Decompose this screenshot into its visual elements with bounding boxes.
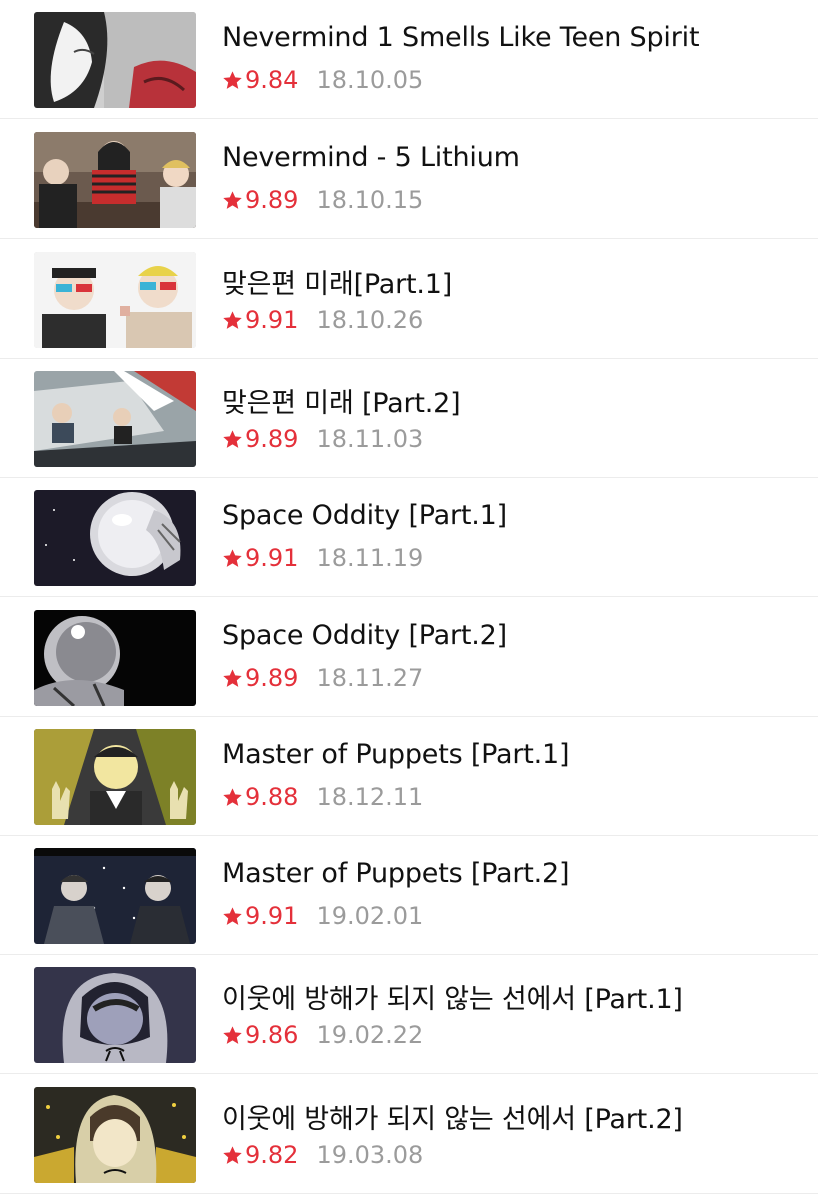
episode-thumbnail[interactable]: [34, 729, 196, 825]
episode-list: Nevermind 1 Smells Like Teen Spirit 9.84…: [0, 0, 818, 1200]
episode-thumbnail[interactable]: [34, 12, 196, 108]
episode-meta: 9.82 19.03.08: [222, 1141, 423, 1169]
star-icon: [222, 548, 243, 569]
episode-title: Nevermind - 5 Lithium: [222, 142, 520, 173]
episode-thumbnail[interactable]: [34, 610, 196, 706]
episode-rating: 9.91: [245, 902, 299, 930]
thumbnail-art-astronaut-space: [34, 610, 196, 706]
thumbnail-art-astronaut-helmet: [34, 490, 196, 586]
episode-row[interactable]: Nevermind 1 Smells Like Teen Spirit 9.84…: [0, 0, 818, 119]
episode-meta: 9.89 18.11.27: [222, 664, 423, 692]
episode-thumbnail[interactable]: [34, 490, 196, 586]
episode-date: 18.12.11: [316, 783, 424, 811]
episode-thumbnail[interactable]: [34, 1087, 196, 1183]
episode-rating: 9.91: [245, 306, 299, 334]
episode-rating: 9.88: [245, 783, 299, 811]
star-icon: [222, 310, 243, 331]
thumbnail-art-rock-hands: [34, 729, 196, 825]
episode-meta: 9.89 18.10.15: [222, 186, 423, 214]
star-icon: [222, 787, 243, 808]
star-icon: [222, 429, 243, 450]
episode-title: Space Oddity [Part.1]: [222, 500, 507, 531]
episode-title: 이웃에 방해가 되지 않는 선에서 [Part.1]: [222, 984, 683, 1015]
episode-thumbnail[interactable]: [34, 371, 196, 467]
star-icon: [222, 190, 243, 211]
episode-row[interactable]: Space Oddity [Part.2] 9.89 18.11.27: [0, 598, 818, 717]
thumbnail-art-bar-scene: [34, 132, 196, 228]
thumbnail-art-car-scene: [34, 371, 196, 467]
episode-date: 18.10.15: [316, 186, 424, 214]
episode-row[interactable]: Nevermind - 5 Lithium 9.89 18.10.15: [0, 120, 818, 239]
episode-row[interactable]: Master of Puppets [Part.2] 9.91 19.02.01: [0, 836, 818, 955]
episode-meta: 9.91 18.11.19: [222, 544, 423, 572]
episode-row[interactable]: 맞은편 미래 [Part.2] 9.89 18.11.03: [0, 359, 818, 478]
episode-rating: 9.84: [245, 66, 299, 94]
star-icon: [222, 906, 243, 927]
episode-meta: 9.86 19.02.22: [222, 1021, 423, 1049]
episode-date: 19.02.01: [316, 902, 424, 930]
episode-meta: 9.88 18.12.11: [222, 783, 423, 811]
episode-thumbnail[interactable]: [34, 252, 196, 348]
episode-meta: 9.91 18.10.26: [222, 306, 423, 334]
thumbnail-art-night-sky-men: [34, 848, 196, 944]
episode-rating: 9.89: [245, 186, 299, 214]
episode-row[interactable]: 이웃에 방해가 되지 않는 선에서 [Part.1] 9.86 19.02.22: [0, 955, 818, 1074]
thumbnail-art-3d-glasses: [34, 252, 196, 348]
thumbnail-art-woman-portrait: [34, 12, 196, 108]
star-icon: [222, 668, 243, 689]
episode-title: 이웃에 방해가 되지 않는 선에서 [Part.2]: [222, 1104, 683, 1135]
episode-title: 맞은편 미래[Part.1]: [222, 269, 453, 300]
episode-title: Nevermind 1 Smells Like Teen Spirit: [222, 22, 700, 53]
thumbnail-art-hooded-girl: [34, 967, 196, 1063]
star-icon: [222, 1025, 243, 1046]
episode-date: 19.03.08: [316, 1141, 424, 1169]
episode-row[interactable]: 맞은편 미래[Part.1] 9.91 18.10.26: [0, 240, 818, 359]
episode-thumbnail[interactable]: [34, 848, 196, 944]
episode-row[interactable]: Space Oddity [Part.1] 9.91 18.11.19: [0, 478, 818, 597]
episode-rating: 9.86: [245, 1021, 299, 1049]
episode-title: Space Oddity [Part.2]: [222, 620, 507, 651]
episode-rating: 9.82: [245, 1141, 299, 1169]
episode-thumbnail[interactable]: [34, 967, 196, 1063]
episode-date: 18.10.05: [316, 66, 424, 94]
episode-date: 18.11.27: [316, 664, 424, 692]
episode-title: Master of Puppets [Part.2]: [222, 858, 570, 889]
episode-title: Master of Puppets [Part.1]: [222, 739, 570, 770]
episode-thumbnail[interactable]: [34, 132, 196, 228]
episode-date: 18.10.26: [316, 306, 424, 334]
episode-meta: 9.89 18.11.03: [222, 425, 423, 453]
thumbnail-art-hooded-girl-concert: [34, 1087, 196, 1183]
episode-rating: 9.91: [245, 544, 299, 572]
episode-date: 18.11.19: [316, 544, 424, 572]
episode-row[interactable]: Master of Puppets [Part.1] 9.88 18.12.11: [0, 717, 818, 836]
episode-rating: 9.89: [245, 664, 299, 692]
episode-meta: 9.84 18.10.05: [222, 66, 423, 94]
star-icon: [222, 70, 243, 91]
star-icon: [222, 1145, 243, 1166]
episode-date: 18.11.03: [316, 425, 424, 453]
episode-meta: 9.91 19.02.01: [222, 902, 423, 930]
episode-date: 19.02.22: [316, 1021, 424, 1049]
episode-rating: 9.89: [245, 425, 299, 453]
episode-title: 맞은편 미래 [Part.2]: [222, 388, 461, 419]
episode-row[interactable]: 이웃에 방해가 되지 않는 선에서 [Part.2] 9.82 19.03.08: [0, 1075, 818, 1194]
